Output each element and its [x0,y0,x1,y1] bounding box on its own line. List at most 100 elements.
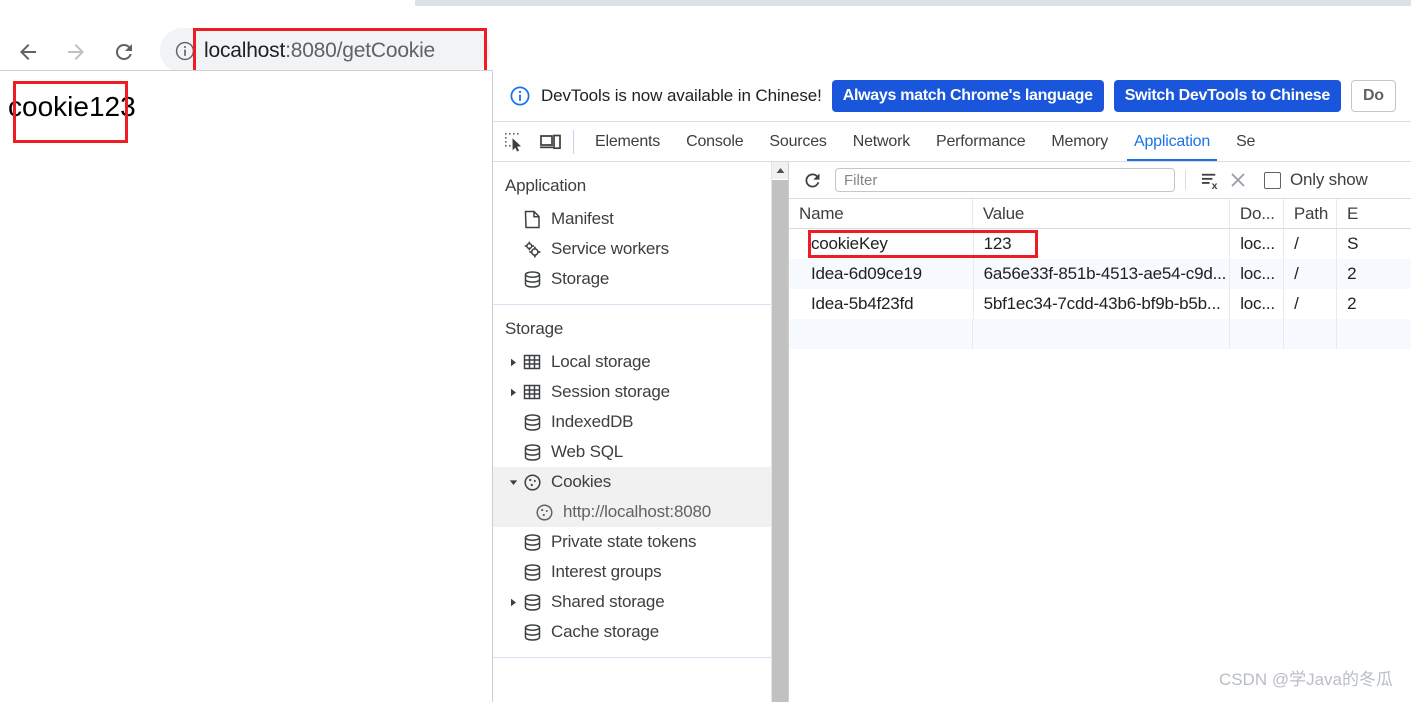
svg-text:x: x [1211,180,1217,191]
devtools-language-banner: DevTools is now available in Chinese! Al… [493,70,1411,122]
tab-security[interactable]: Se [1223,122,1268,161]
sidebar-item-label: Private state tokens [551,532,697,551]
sidebar-item-cookie-origin[interactable]: http://localhost:8080 [493,497,788,527]
sidebar-item-label: Interest groups [551,562,662,581]
column-header-name[interactable]: Name [789,199,973,228]
tab-network[interactable]: Network [840,122,923,161]
sidebar-item-label: Service workers [551,239,669,258]
table-row[interactable]: Idea-6d09ce19 6a56e33f-851b-4513-ae54-c9… [789,259,1411,289]
sidebar-item-shared-storage[interactable]: Shared storage [493,587,788,617]
sidebar-scrollbar[interactable] [771,162,788,702]
table-row[interactable]: cookieKey 123 loc... / S [789,229,1411,259]
url-host: localhost [204,38,286,62]
sidebar-section-storage: Storage Local storage Session storage In… [493,305,788,658]
browser-tab-active[interactable] [0,0,420,8]
cell-name: cookieKey [789,229,974,259]
forward-button[interactable] [56,32,96,72]
chevron-right-icon[interactable] [505,598,521,607]
sidebar-item-label: IndexedDB [551,412,634,431]
database-icon [521,411,543,433]
sidebar-item-label: Session storage [551,382,670,401]
sidebar-item-private-state-tokens[interactable]: Private state tokens [493,527,788,557]
sidebar-item-local-storage[interactable]: Local storage [493,347,788,377]
sidebar-item-interest-groups[interactable]: Interest groups [493,557,788,587]
always-match-chrome-language-button[interactable]: Always match Chrome's language [831,79,1104,112]
address-bar-text[interactable]: localhost:8080/getCookie [204,39,435,63]
column-header-value[interactable]: Value [973,199,1230,228]
url-path: :8080/getCookie [285,38,436,62]
only-show-checkbox[interactable] [1264,171,1281,189]
database-icon [521,621,543,643]
arrow-left-icon [20,44,36,60]
only-show-toggle[interactable]: Only show [1264,170,1368,190]
sidebar-item-label: Storage [551,269,610,288]
chevron-right-icon[interactable] [505,388,521,397]
cookie-toolbar: x Only show [789,162,1411,199]
cookie-panel: x Only show Name Value Do... Path E [789,162,1411,702]
sidebar-section-application: Application Manifest Service workers Sto… [493,162,788,305]
sidebar-item-cache-storage[interactable]: Cache storage [493,617,788,647]
table-icon [521,381,543,403]
device-toolbar-button[interactable] [535,127,565,157]
cell-empty [1337,319,1411,349]
column-header-path[interactable]: Path [1284,199,1337,228]
cell-value: 5bf1ec34-7cdd-43b6-bf9b-b5b... [974,289,1231,319]
database-icon [521,531,543,553]
cell-expires: S [1347,234,1359,253]
sidebar-section-title: Storage [505,319,564,338]
table-row[interactable]: Idea-5b4f23fd 5bf1ec34-7cdd-43b6-bf9b-b5… [789,289,1411,319]
clear-filtered-cookies-icon: x [1201,173,1217,191]
dismiss-banner-button[interactable]: Do [1351,79,1396,112]
navigation-toolbar: localhost:8080/getCookie [0,10,1411,76]
cookie-filter-input[interactable] [835,168,1175,192]
tab-application[interactable]: Application [1121,122,1223,161]
device-toolbar-icon [540,134,561,149]
back-button[interactable] [8,32,48,72]
banner-message: DevTools is now available in Chinese! [541,85,822,105]
cell-path: / [1284,259,1338,289]
address-bar[interactable]: localhost:8080/getCookie [160,28,490,73]
cell-empty [1230,319,1284,349]
tab-elements[interactable]: Elements [582,122,673,161]
chevron-down-icon[interactable] [505,478,521,487]
sidebar-item-session-storage[interactable]: Session storage [493,377,788,407]
sidebar-item-label: Web SQL [551,442,623,461]
inspect-element-button[interactable] [499,127,529,157]
clear-all-cookies-button[interactable] [1224,166,1252,194]
reload-button[interactable] [104,32,144,72]
tab-console[interactable]: Console [673,122,756,161]
arrow-right-icon [68,44,84,60]
info-circle-icon[interactable] [174,40,196,62]
cookie-table-header: Name Value Do... Path E [789,199,1411,229]
scrollbar-thumb[interactable] [772,180,788,702]
column-header-expires[interactable]: E [1337,199,1411,228]
tab-sources[interactable]: Sources [756,122,839,161]
tab-memory[interactable]: Memory [1038,122,1121,161]
sidebar-item-web-sql[interactable]: Web SQL [493,437,788,467]
sidebar-item-storage[interactable]: Storage [493,264,788,294]
reload-icon [115,43,132,60]
switch-devtools-to-chinese-button[interactable]: Switch DevTools to Chinese [1113,79,1342,112]
devtools-sidebar: Application Manifest Service workers Sto… [493,162,789,702]
devtools-tab-bar: Elements Console Sources Network Perform… [493,122,1411,162]
sidebar-item-manifest[interactable]: Manifest [493,204,788,234]
cell-empty [1284,319,1337,349]
cookie-icon [521,471,543,493]
column-header-domain[interactable]: Do... [1230,199,1284,228]
cell-domain: loc... [1230,289,1285,319]
chevron-right-icon[interactable] [505,358,521,367]
sidebar-section-title: Application [505,176,586,195]
clear-filtered-cookies-button[interactable]: x [1196,166,1224,194]
cookie-table: Name Value Do... Path E cookieKey 123 lo… [789,199,1411,702]
only-show-label: Only show [1290,170,1368,189]
sidebar-item-label: http://localhost:8080 [563,502,711,521]
scroll-up-button[interactable] [772,162,788,179]
tab-performance[interactable]: Performance [923,122,1038,161]
caret-up-icon [776,168,784,173]
refresh-cookies-button[interactable] [797,165,827,195]
sidebar-item-indexeddb[interactable]: IndexedDB [493,407,788,437]
refresh-icon [804,172,819,187]
sidebar-item-service-workers[interactable]: Service workers [493,234,788,264]
sidebar-item-label: Local storage [551,352,651,371]
sidebar-item-cookies[interactable]: Cookies [493,467,788,497]
